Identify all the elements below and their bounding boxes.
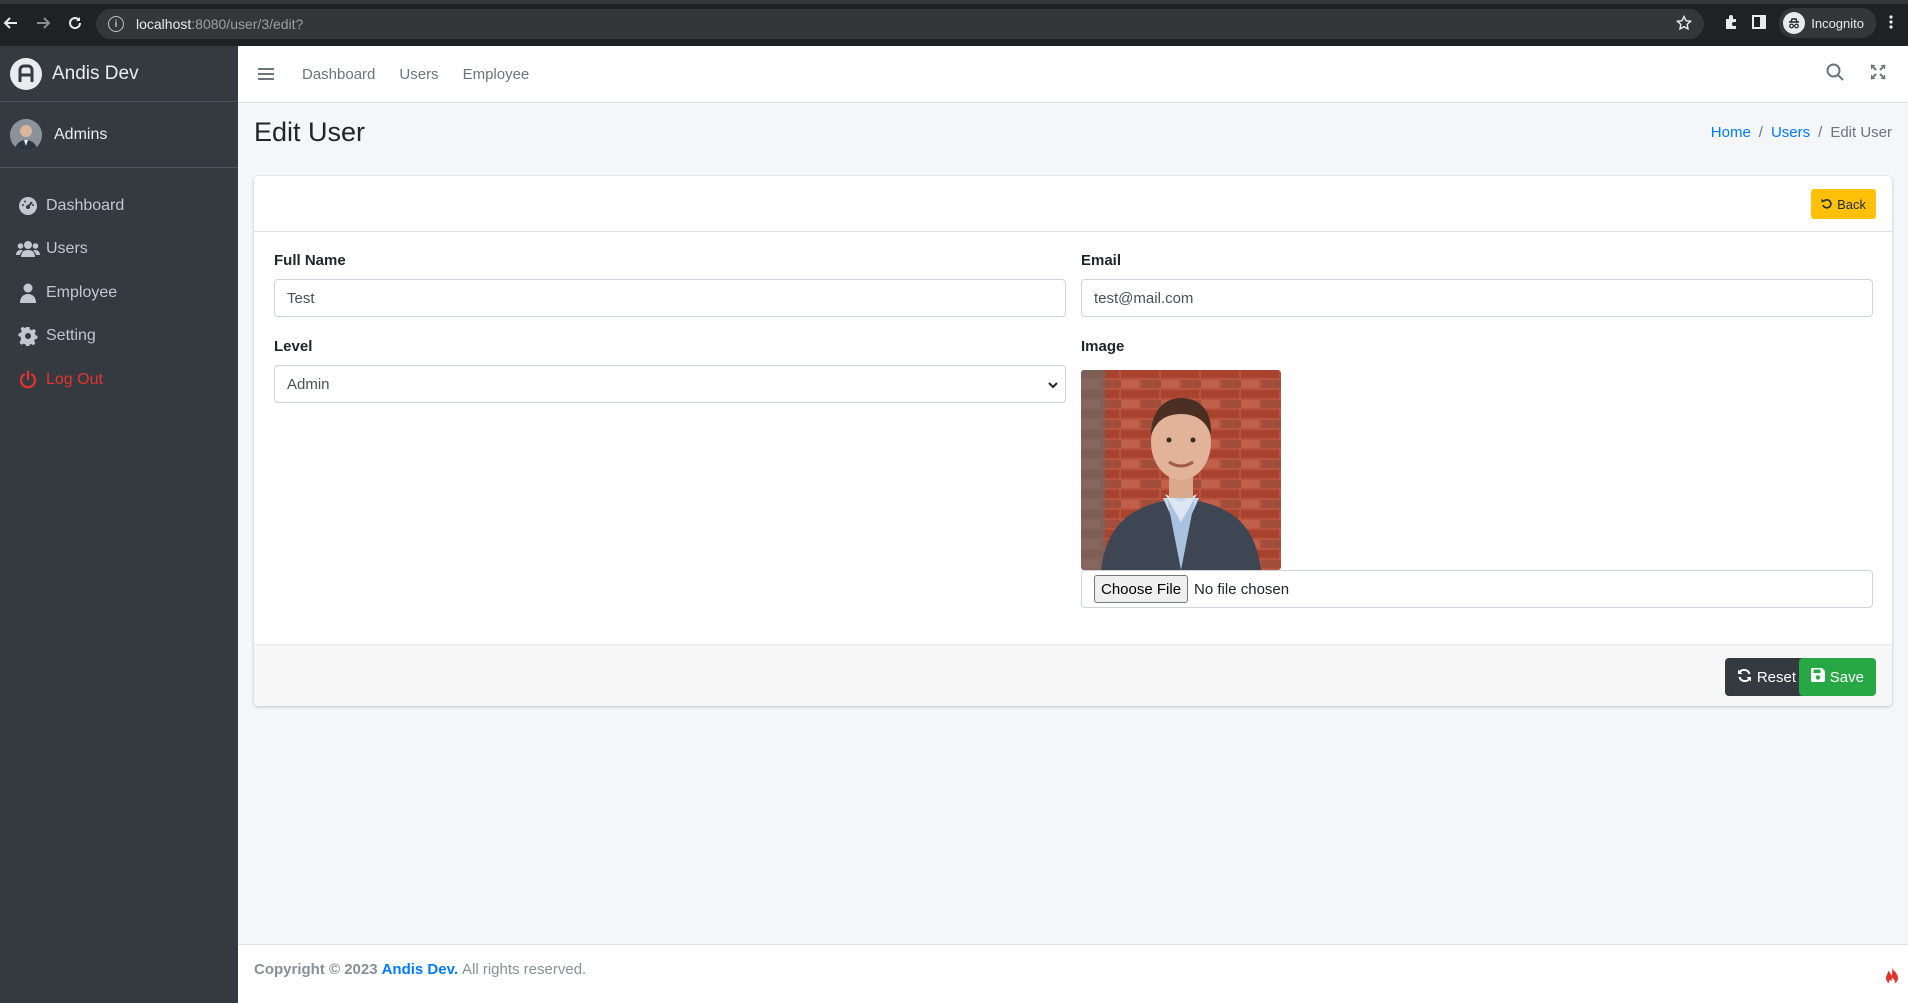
full-name-value: Test bbox=[287, 289, 315, 307]
sidebar: Andis Dev Admins Dashboard Users Employe… bbox=[0, 46, 238, 1003]
back-button-label: Back bbox=[1837, 196, 1866, 212]
sidebar-item-label: Users bbox=[46, 240, 88, 258]
sidebar-item-users[interactable]: Users bbox=[0, 228, 238, 272]
top-navbar: Dashboard Users Employee bbox=[238, 46, 1908, 103]
choose-file-button[interactable]: Choose File bbox=[1094, 575, 1189, 603]
user-icon bbox=[16, 283, 40, 303]
sidebar-item-label: Setting bbox=[46, 327, 96, 345]
users-icon bbox=[16, 240, 40, 258]
level-selected-value: Admin bbox=[287, 375, 330, 393]
main-footer: Copyright © 2023 Andis Dev. All rights r… bbox=[238, 944, 1908, 1003]
back-button[interactable]: Back bbox=[1811, 189, 1876, 219]
tachometer-icon bbox=[16, 196, 40, 216]
reset-button[interactable]: Reset bbox=[1724, 658, 1808, 696]
breadcrumb-current: Edit User bbox=[1830, 124, 1892, 141]
url-path: :8080/user/3/edit? bbox=[191, 16, 304, 32]
sidebar-item-label: Employee bbox=[46, 283, 118, 301]
reload-icon[interactable] bbox=[60, 8, 90, 38]
breadcrumb-users[interactable]: Users bbox=[1771, 124, 1810, 141]
email-label: Email bbox=[1081, 252, 1122, 269]
email-input[interactable]: test@mail.com bbox=[1081, 279, 1873, 317]
floppy-disk-icon bbox=[1810, 668, 1825, 686]
full-name-label: Full Name bbox=[274, 252, 346, 269]
sidebar-item-dashboard[interactable]: Dashboard bbox=[0, 184, 238, 228]
breadcrumb-separator: / bbox=[1818, 124, 1823, 141]
image-file-input[interactable]: Choose File No file chosen bbox=[1081, 570, 1873, 608]
power-icon bbox=[16, 370, 40, 390]
save-button-label: Save bbox=[1829, 668, 1864, 686]
sidebar-item-label: Dashboard bbox=[46, 196, 125, 214]
avatar bbox=[10, 118, 42, 151]
incognito-label: Incognito bbox=[1811, 15, 1864, 31]
address-bar[interactable]: i localhost:8080/user/3/edit? bbox=[96, 9, 1704, 39]
sidebar-item-logout[interactable]: Log Out bbox=[0, 358, 238, 402]
no-file-text: No file chosen bbox=[1194, 580, 1290, 598]
browser-toolbar: i localhost:8080/user/3/edit? Incognito bbox=[0, 0, 1908, 46]
info-icon[interactable]: i bbox=[108, 16, 124, 32]
breadcrumb: Home / Users / Edit User bbox=[1711, 124, 1892, 141]
forward-arrow-icon[interactable] bbox=[28, 8, 58, 38]
user-panel[interactable]: Admins bbox=[0, 102, 238, 168]
topnav-link-employee[interactable]: Employee bbox=[455, 66, 546, 83]
brand-text: Andis Dev bbox=[52, 62, 139, 84]
search-icon[interactable] bbox=[1826, 63, 1844, 86]
sidebar-menu: Dashboard Users Employee Setting Log Out bbox=[0, 184, 238, 402]
email-value: test@mail.com bbox=[1094, 289, 1194, 307]
url-host: localhost bbox=[136, 16, 192, 32]
incognito-badge[interactable]: Incognito bbox=[1779, 8, 1876, 38]
card-header: Back bbox=[254, 176, 1892, 232]
hamburger-menu-icon[interactable] bbox=[238, 67, 294, 81]
extensions-icon[interactable] bbox=[1723, 14, 1739, 33]
sync-icon bbox=[1737, 668, 1752, 687]
breadcrumb-separator: / bbox=[1758, 124, 1763, 141]
browser-actions: Incognito bbox=[1723, 0, 1908, 46]
image-label: Image bbox=[1081, 338, 1125, 355]
card-body: Full Name Test Email test@mail.com Level… bbox=[254, 232, 1892, 644]
level-label: Level bbox=[274, 338, 313, 355]
full-name-input[interactable]: Test bbox=[274, 279, 1066, 317]
chevron-down-icon bbox=[1047, 378, 1059, 395]
user-name: Admins bbox=[54, 125, 108, 143]
undo-icon bbox=[1821, 197, 1833, 212]
gear-icon bbox=[16, 326, 40, 347]
page-title: Edit User bbox=[254, 117, 366, 147]
topnav-link-users[interactable]: Users bbox=[391, 66, 454, 83]
company-link[interactable]: Andis Dev. bbox=[382, 961, 458, 978]
bookmark-star-icon[interactable] bbox=[1675, 14, 1693, 34]
tab-strip bbox=[0, 0, 1908, 4]
incognito-icon bbox=[1783, 12, 1806, 34]
edit-user-card: Back Full Name Test Email test@mail.com … bbox=[254, 176, 1892, 706]
copyright-text: Copyright © 2023 bbox=[254, 960, 378, 978]
back-arrow-icon[interactable] bbox=[0, 8, 26, 38]
sidebar-item-setting[interactable]: Setting bbox=[0, 315, 238, 359]
rights-text: All rights reserved. bbox=[462, 960, 587, 978]
breadcrumb-home[interactable]: Home bbox=[1711, 124, 1751, 141]
topnav-link-dashboard[interactable]: Dashboard bbox=[294, 66, 391, 83]
sidebar-item-label: Log Out bbox=[46, 370, 103, 388]
save-button[interactable]: Save bbox=[1798, 658, 1876, 696]
sidebar-item-employee[interactable]: Employee bbox=[0, 271, 238, 315]
side-panel-icon[interactable] bbox=[1751, 14, 1767, 33]
card-footer: Reset Save bbox=[254, 644, 1892, 706]
fullscreen-icon[interactable] bbox=[1870, 64, 1886, 85]
reset-button-label: Reset bbox=[1756, 668, 1796, 686]
brand-logo-icon bbox=[10, 57, 42, 90]
level-select[interactable]: Admin bbox=[274, 365, 1066, 403]
topnav-actions bbox=[1826, 46, 1908, 103]
brand-link[interactable]: Andis Dev bbox=[0, 46, 238, 102]
fire-icon[interactable] bbox=[1884, 967, 1900, 989]
profile-image-preview bbox=[1081, 370, 1281, 570]
kebab-menu-icon[interactable] bbox=[1888, 14, 1894, 33]
